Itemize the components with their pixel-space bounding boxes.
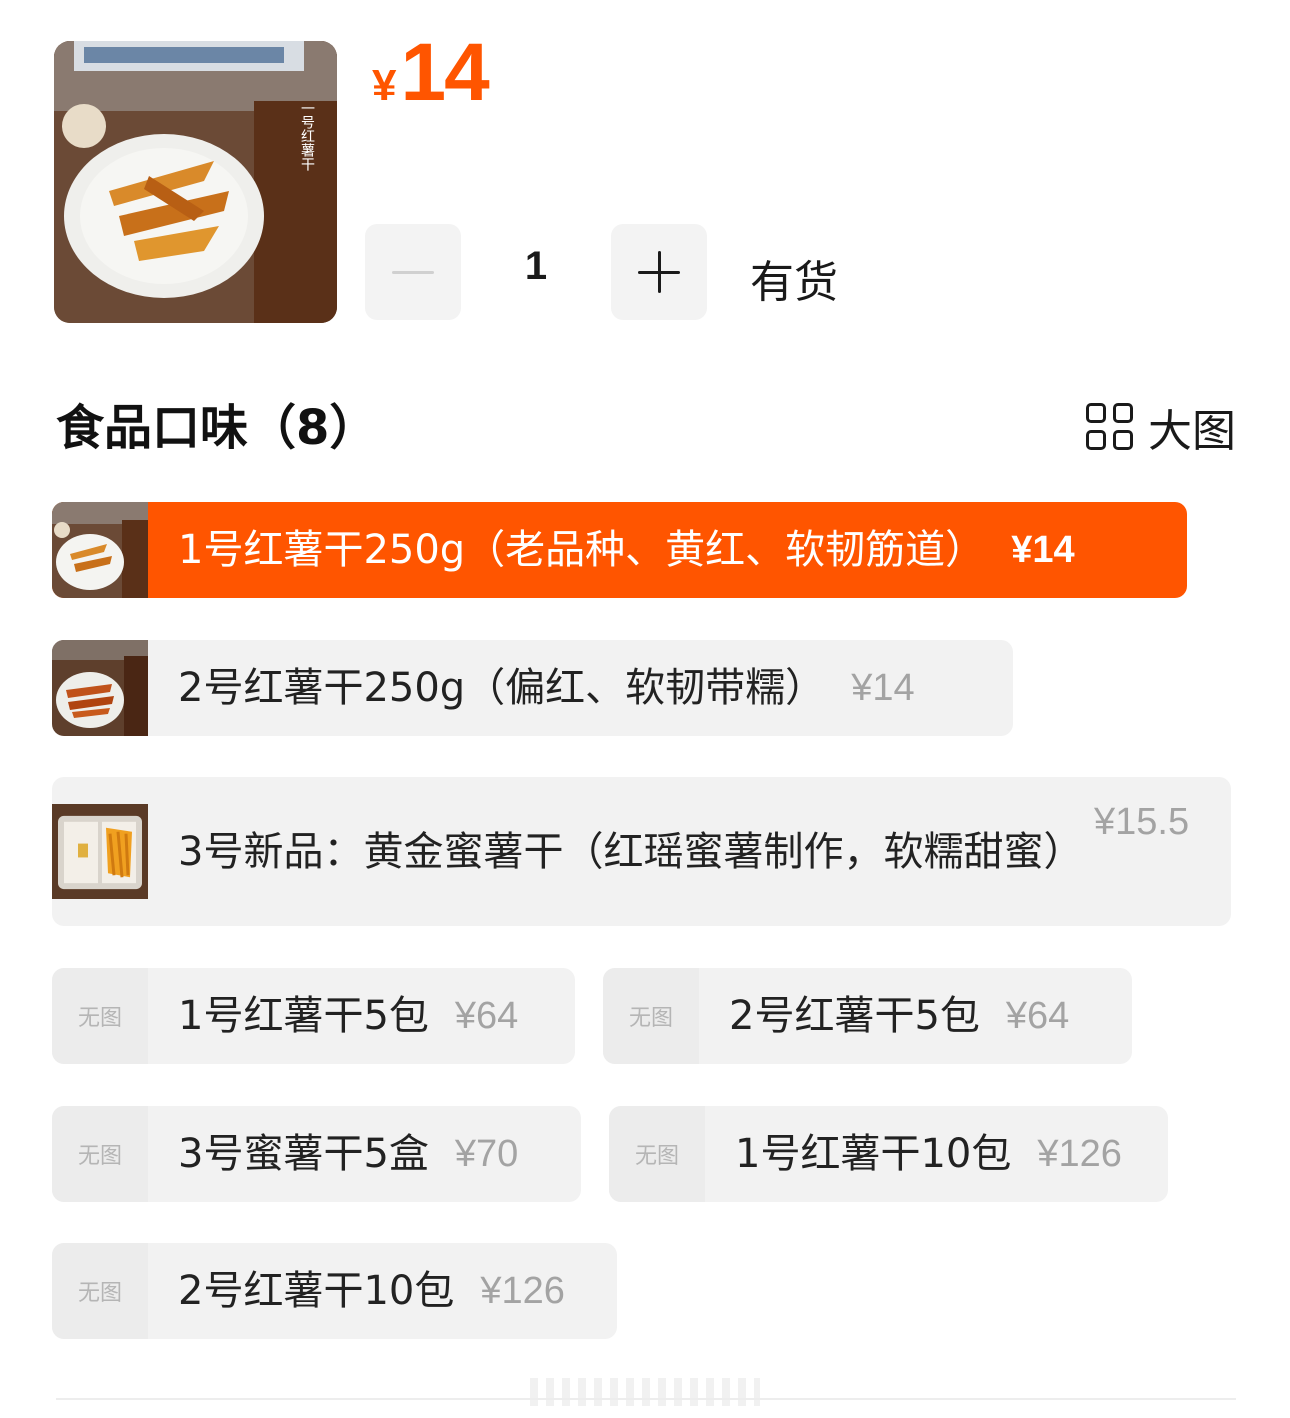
product-image[interactable]: 一号红薯干 [54,41,337,323]
option-chip-2[interactable]: 2号红薯干250g（偏红、软韧带糯） ¥14 [52,640,1013,736]
currency-symbol: ¥ [372,61,397,110]
thumb-caption: 一号红薯干 [299,101,315,171]
no-image-placeholder: 无图 [52,968,148,1064]
stock-status: 有货 [750,257,838,308]
option-name: 1号红薯干10包 [735,1131,1012,1177]
scroll-indicator [530,1378,760,1406]
option-chip-5[interactable]: 无图 2号红薯干5包 ¥64 [603,968,1132,1064]
no-image-placeholder: 无图 [52,1243,148,1339]
price-amount: 14 [400,27,489,118]
option-price: ¥70 [454,1132,519,1175]
grid-icon [1086,403,1134,451]
option-chip-3[interactable]: 3号新品：黄金蜜薯干（红瑶蜜薯制作，软糯甜蜜） ¥15.5 [52,777,1231,926]
option-name: 1号红薯干5包 [178,993,429,1039]
option-name: 2号红薯干5包 [729,993,980,1039]
minus-icon [392,270,434,274]
option-thumbnail [52,640,148,736]
option-thumbnail [52,804,148,899]
big-view-label: 大图 [1148,406,1236,457]
option-chip-7[interactable]: 无图 1号红薯干10包 ¥126 [609,1106,1168,1202]
increase-quantity-button[interactable] [611,224,707,320]
divider [56,1398,1236,1400]
option-name: 3号蜜薯干5盒 [178,1131,429,1177]
no-image-placeholder: 无图 [52,1106,148,1202]
big-view-toggle[interactable]: 大图 [1086,395,1236,459]
option-chip-8[interactable]: 无图 2号红薯干10包 ¥126 [52,1243,617,1339]
option-price: ¥15.5 [1094,801,1190,843]
no-image-placeholder: 无图 [609,1106,705,1202]
option-name: 1号红薯干250g（老品种、黄红、软韧筋道） [178,527,986,573]
option-price: ¥64 [454,994,519,1037]
option-price: ¥126 [480,1269,565,1312]
price-display: ¥14 [372,26,490,120]
quantity-value[interactable]: 1 [461,244,611,289]
option-chip-1[interactable]: 1号红薯干250g（老品种、黄红、软韧筋道） ¥14 [52,502,1187,598]
option-name: 2号红薯干250g（偏红、软韧带糯） [178,665,826,711]
option-thumbnail [52,502,148,598]
option-price: ¥64 [1005,994,1070,1037]
option-chip-6[interactable]: 无图 3号蜜薯干5盒 ¥70 [52,1106,581,1202]
plus-icon [638,251,680,293]
option-price: ¥14 [1011,528,1075,571]
option-price: ¥126 [1037,1132,1122,1175]
option-name: 3号新品：黄金蜜薯干（红瑶蜜薯制作，软糯甜蜜） [178,828,1084,875]
option-chip-4[interactable]: 无图 1号红薯干5包 ¥64 [52,968,575,1064]
decrease-quantity-button[interactable] [365,224,461,320]
option-price: ¥14 [851,666,915,709]
section-title: 食品口味（8） [56,400,378,456]
no-image-placeholder: 无图 [603,968,699,1064]
option-name: 2号红薯干10包 [178,1268,455,1314]
